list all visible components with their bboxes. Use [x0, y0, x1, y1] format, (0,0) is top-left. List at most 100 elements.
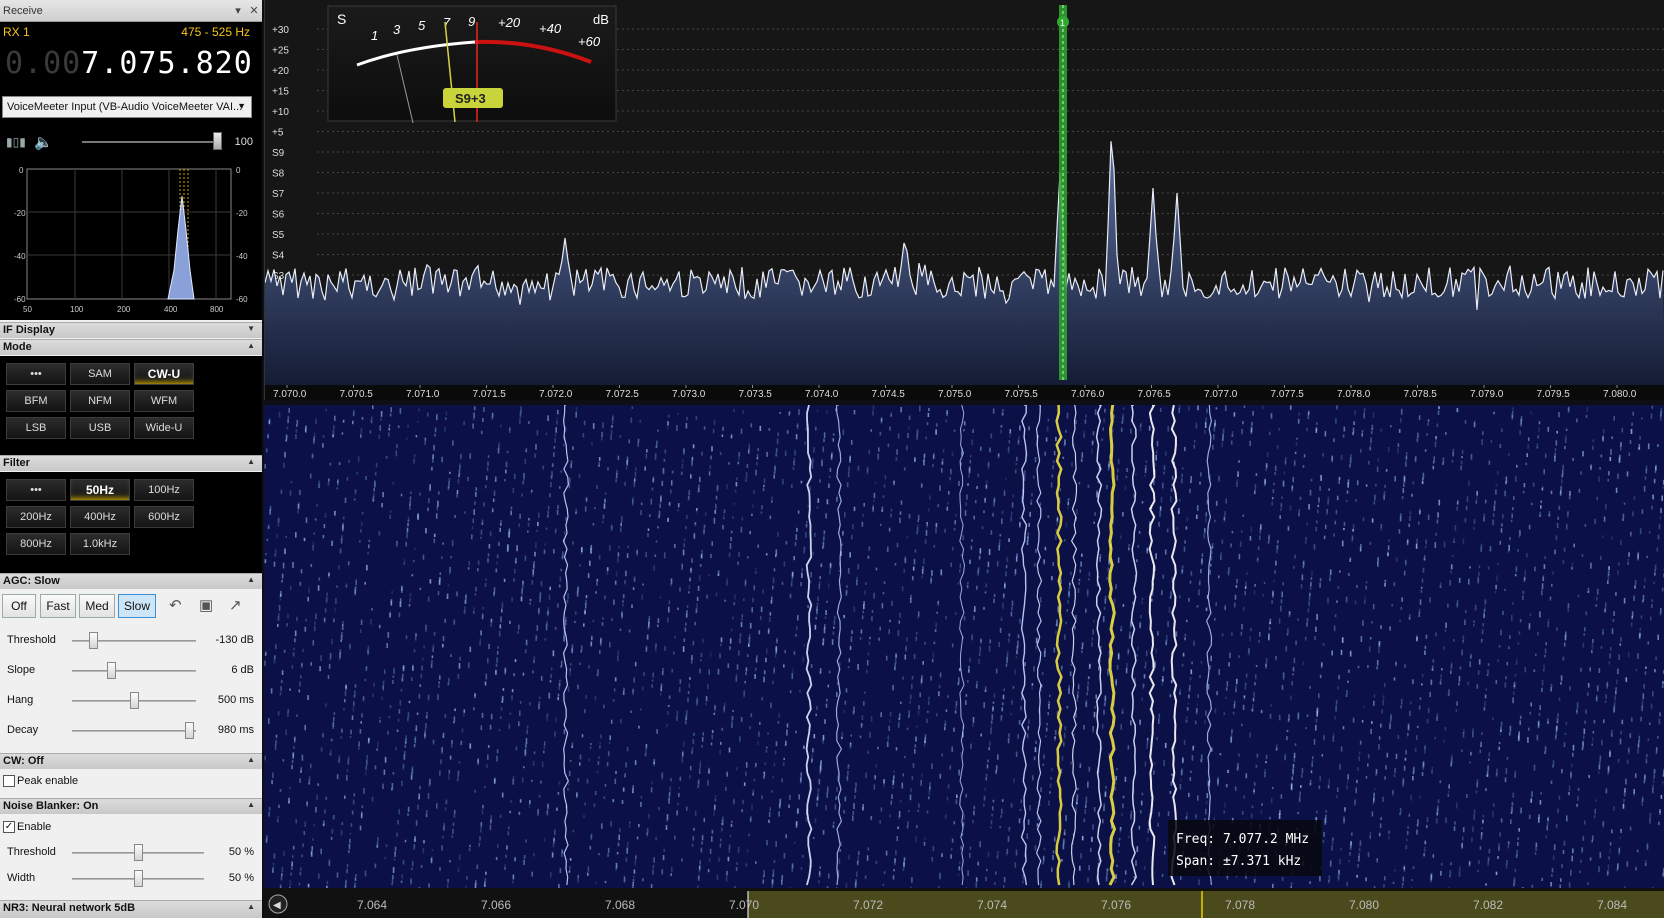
chevron-up-icon: ▲ — [247, 341, 255, 350]
s-meter-reading: S9+3 — [455, 91, 486, 106]
panel-title: Receive — [3, 4, 43, 17]
section-cw[interactable]: CW: Off ▲ — [0, 753, 262, 769]
spectrum-x-label: 7.070.5 — [340, 389, 374, 400]
nb-slider-thumb[interactable] — [133, 870, 143, 887]
section-agc-label: AGC: Slow — [3, 575, 60, 587]
waterfall-axis-label: 7.080 — [1349, 898, 1379, 912]
spectrum-x-label: 7.070.0 — [273, 389, 307, 400]
agc-fast-button[interactable]: Fast — [40, 594, 76, 618]
peak-enable-row[interactable]: Peak enable — [0, 771, 262, 791]
audio-x-tick: 800 — [210, 305, 224, 314]
peak-enable-checkbox[interactable] — [3, 775, 15, 787]
undo-icon[interactable]: ↶ — [169, 596, 182, 614]
spectrum-display[interactable]: +30+25+20+15+10+5S9S8S7S6S5S4S3S2S1 1 S … — [264, 0, 1664, 400]
filter-button[interactable]: 800Hz — [6, 533, 66, 555]
section-agc[interactable]: AGC: Slow ▲ — [0, 573, 262, 589]
levels-icon[interactable]: ▮▯▮ — [6, 135, 26, 149]
mode-button[interactable]: SAM — [70, 363, 130, 385]
chevron-up-icon: ▲ — [247, 800, 255, 809]
mode-button[interactable]: USB — [70, 417, 130, 439]
volume-slider-thumb[interactable] — [213, 132, 222, 150]
frequency-display[interactable]: 0.007.075.820 — [5, 46, 253, 81]
spectrum-plot[interactable]: +30+25+20+15+10+5S9S8S7S6S5S4S3S2S1 1 S … — [264, 0, 1664, 400]
spectrum-x-label: 7.073.5 — [739, 389, 773, 400]
waterfall-frequency-axis[interactable]: ◀ 7.064 7.066 7.068 7.070 7.072 7.074 7.076 7.0… — [264, 888, 1664, 918]
spectrum-y-label: S5 — [272, 230, 285, 241]
filter-button[interactable]: 50Hz — [70, 479, 130, 501]
filter-button[interactable]: 200Hz — [6, 506, 66, 528]
mode-button[interactable]: ••• — [6, 363, 66, 385]
section-filter[interactable]: Filter ▲ — [0, 455, 262, 471]
waterfall-plot[interactable] — [264, 403, 1664, 896]
mode-button[interactable]: WFM — [134, 390, 194, 412]
nb-slider-label: Threshold — [7, 846, 56, 858]
mode-button[interactable]: LSB — [6, 417, 66, 439]
nb-sliders: Threshold 50 % Width 50 % — [0, 838, 262, 900]
filter-button[interactable]: 1.0kHz — [70, 533, 130, 555]
agc-off-button[interactable]: Off — [2, 594, 36, 618]
spectrum-x-label: 7.078.5 — [1404, 389, 1438, 400]
volume-slider[interactable] — [82, 141, 222, 143]
nb-slider-thumb[interactable] — [133, 844, 143, 861]
agc-slider-row: Slope 6 dB — [0, 659, 262, 683]
spectrum-y-label: +5 — [272, 128, 284, 139]
graph-icon[interactable]: ↗ — [229, 596, 242, 614]
agc-slider[interactable] — [72, 670, 196, 672]
filter-button[interactable]: 600Hz — [134, 506, 194, 528]
chevron-up-icon: ▲ — [247, 902, 255, 911]
volume-value: 100 — [234, 136, 253, 148]
sdr-app: Receive ▾ ✕ RX 1 475 - 525 Hz 0.007.075.… — [0, 0, 1664, 918]
mode-button[interactable]: Wide-U — [134, 417, 194, 439]
s-meter: S dB 1 3 5 7 9 +20 +40 +60 S9+3 — [327, 5, 617, 124]
mode-button[interactable]: CW-U — [134, 363, 194, 385]
agc-slow-button[interactable]: Slow — [118, 594, 156, 618]
spectrum-x-label: 7.078.0 — [1337, 389, 1371, 400]
audio-spectrum: 0 -20 -40 -60 0 -20 -40 -60 50 100 200 4… — [0, 160, 262, 320]
mode-button[interactable]: BFM — [6, 390, 66, 412]
volume-row: ▮▯▮ 🔈 100 — [0, 128, 262, 156]
audio-y-tick: 0 — [19, 166, 24, 175]
s-meter-db-label: dB — [593, 12, 609, 27]
spectrum-y-label: S7 — [272, 189, 285, 200]
s-meter-scale: 9 — [468, 14, 475, 29]
waterfall-axis-label: 7.084 — [1597, 898, 1627, 912]
section-if-display[interactable]: IF Display ▼ — [0, 322, 262, 338]
nb-enable-row[interactable]: ✓ Enable — [0, 817, 262, 837]
agc-slider-thumb[interactable] — [89, 632, 99, 649]
peak-enable-label: Peak enable — [17, 775, 79, 787]
frequency-dim-digits: 0.00 — [5, 46, 82, 81]
waterfall-axis-label: 7.082 — [1473, 898, 1503, 912]
waterfall-axis-label: 7.078 — [1225, 898, 1255, 912]
section-noise-blanker[interactable]: Noise Blanker: On ▲ — [0, 798, 262, 814]
filter-button[interactable]: ••• — [6, 479, 66, 501]
section-noise-blanker-label: Noise Blanker: On — [3, 800, 99, 812]
section-mode[interactable]: Mode ▲ — [0, 339, 262, 355]
agc-med-button[interactable]: Med — [79, 594, 115, 618]
close-icon[interactable]: ✕ — [246, 4, 262, 17]
panel-menu-icon[interactable]: ▾ — [230, 4, 246, 17]
filter-button[interactable]: 400Hz — [70, 506, 130, 528]
mode-button[interactable]: NFM — [70, 390, 130, 412]
spectrum-x-label: 7.080.0 — [1603, 389, 1637, 400]
agc-slider-thumb[interactable] — [184, 722, 194, 739]
agc-slider-thumb[interactable] — [129, 692, 139, 709]
filter-button[interactable]: 100Hz — [134, 479, 194, 501]
s-meter-scale: 3 — [393, 22, 401, 37]
audio-device-select[interactable]: VoiceMeeter Input (VB-Audio VoiceMeeter … — [2, 96, 252, 118]
scroll-left-icon[interactable]: ◀ — [273, 900, 281, 911]
nb-enable-checkbox[interactable]: ✓ — [3, 821, 15, 833]
waterfall-display[interactable] — [264, 403, 1664, 896]
agc-controls: Off Fast Med Slow ↶ ▣ ↗ Threshold -130 dB… — [0, 590, 262, 760]
agc-slider-thumb[interactable] — [106, 662, 116, 679]
agc-slider[interactable] — [72, 730, 196, 732]
waterfall-axis-label: 7.068 — [605, 898, 635, 912]
panel-titlebar: Receive ▾ ✕ — [0, 0, 262, 22]
speaker-icon[interactable]: 🔈 — [34, 133, 53, 151]
spectrum-x-label: 7.071.5 — [473, 389, 507, 400]
nb-slider-row: Threshold 50 % — [0, 841, 262, 865]
nb-enable-label: Enable — [17, 821, 52, 833]
waterfall-axis-plot[interactable]: ◀ 7.064 7.066 7.068 7.070 7.072 7.074 7.076 7.0… — [264, 888, 1664, 918]
camera-icon[interactable]: ▣ — [199, 596, 213, 614]
section-nr3[interactable]: NR3: Neural network 5dB ▲ — [0, 900, 262, 918]
mode-buttons: ••• SAM CW-U BFM NFM WFM LSB USB Wide-U — [0, 356, 262, 455]
